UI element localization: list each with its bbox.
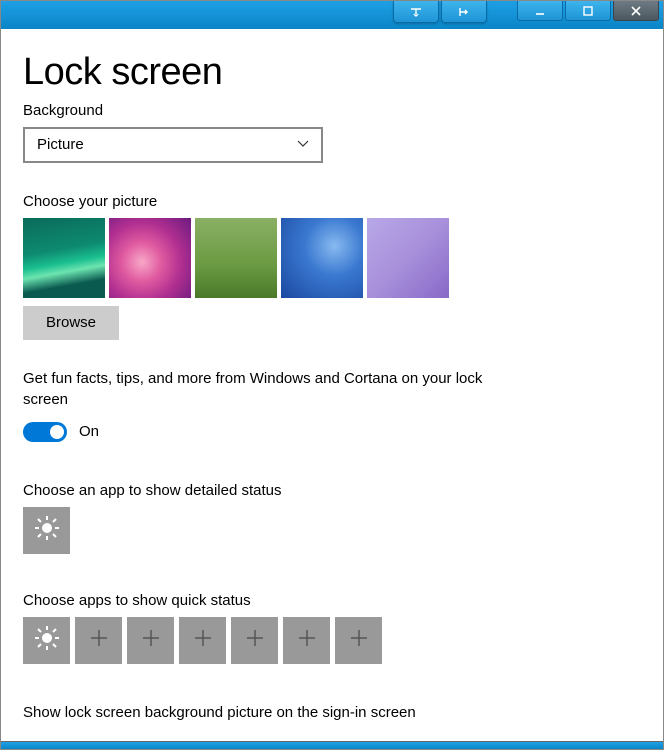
minimize-button[interactable] bbox=[517, 1, 563, 21]
chevron-down-icon bbox=[297, 136, 309, 153]
picture-thumb-1[interactable] bbox=[23, 218, 105, 298]
browse-button[interactable]: Browse bbox=[23, 306, 119, 340]
picture-thumb-5[interactable] bbox=[367, 218, 449, 298]
plus-icon bbox=[89, 628, 109, 652]
maximize-button[interactable] bbox=[565, 1, 611, 21]
detailed-status-label: Choose an app to show detailed status bbox=[23, 482, 641, 499]
quick-app-slot-2[interactable] bbox=[75, 617, 122, 664]
plus-icon bbox=[349, 628, 369, 652]
quick-app-slot-3[interactable] bbox=[127, 617, 174, 664]
toggle-state-label: On bbox=[79, 423, 99, 440]
quick-app-slot-5[interactable] bbox=[231, 617, 278, 664]
page-title: Lock screen bbox=[23, 51, 641, 94]
picture-thumb-4[interactable] bbox=[281, 218, 363, 298]
settings-content: Lock screen Background Picture Choose yo… bbox=[1, 29, 663, 741]
quick-app-slot-6[interactable] bbox=[283, 617, 330, 664]
quick-app-slot-7[interactable] bbox=[335, 617, 382, 664]
fun-facts-toggle[interactable] bbox=[23, 422, 67, 442]
pin-down-button[interactable] bbox=[393, 1, 439, 23]
quick-status-label: Choose apps to show quick status bbox=[23, 592, 641, 609]
background-dropdown[interactable]: Picture bbox=[23, 127, 323, 163]
pin-right-button[interactable] bbox=[441, 1, 487, 23]
choose-picture-label: Choose your picture bbox=[23, 193, 641, 210]
quick-app-slot-1[interactable] bbox=[23, 617, 70, 664]
titlebar bbox=[1, 1, 663, 29]
plus-icon bbox=[193, 628, 213, 652]
detailed-app-slot[interactable] bbox=[23, 507, 70, 554]
weather-icon bbox=[34, 515, 60, 545]
window-footer-strip bbox=[1, 741, 663, 749]
background-selected: Picture bbox=[37, 136, 84, 153]
plus-icon bbox=[297, 628, 317, 652]
plus-icon bbox=[141, 628, 161, 652]
picture-thumb-2[interactable] bbox=[109, 218, 191, 298]
quick-app-slot-4[interactable] bbox=[179, 617, 226, 664]
plus-icon bbox=[245, 628, 265, 652]
picture-thumbnails bbox=[23, 218, 641, 298]
background-label: Background bbox=[23, 102, 641, 119]
close-button[interactable] bbox=[613, 1, 659, 21]
fun-facts-description: Get fun facts, tips, and more from Windo… bbox=[23, 368, 503, 410]
picture-thumb-3[interactable] bbox=[195, 218, 277, 298]
signin-picture-label: Show lock screen background picture on t… bbox=[23, 704, 641, 721]
weather-icon bbox=[34, 625, 60, 655]
